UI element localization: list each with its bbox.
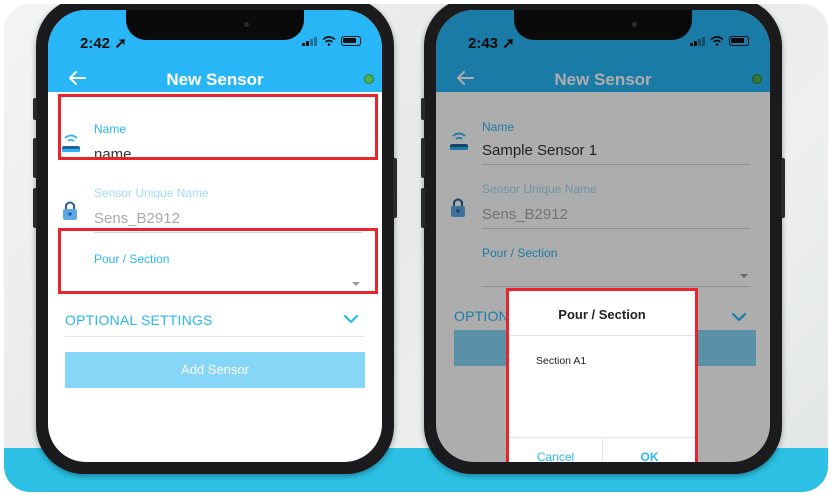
page-title: New Sensor [166,70,264,89]
status-icons [302,36,361,46]
camera-dot [244,22,249,27]
notch [126,10,304,40]
screen-left: 2:42 ➚ New Sensor Name name Sensor Uniqu… [48,10,382,462]
notch [514,10,692,40]
dialog-title: Pour / Section [558,307,646,322]
battery-icon [341,36,361,46]
optional-settings-divider [65,336,365,337]
dialog-title-divider [509,335,695,336]
volume-up-button [33,138,37,178]
cancel-button[interactable]: Cancel [509,445,602,462]
ok-button[interactable]: OK [603,445,696,462]
mute-switch [421,98,425,120]
power-button [781,158,785,218]
name-field-highlight [58,94,378,160]
volume-down-button [421,188,425,228]
volume-up-button [421,138,425,178]
wifi-icon [322,36,336,46]
lock-icon [63,201,77,220]
add-sensor-button[interactable]: Add Sensor [65,352,365,388]
status-time: 2:42 ➚ [80,35,127,52]
optional-settings-label[interactable]: OPTIONAL SETTINGS [65,312,213,328]
pour-section-highlight [58,228,378,294]
screen-right: 2:43 ➚ New Sensor Name Sample Sensor 1 S… [436,10,770,462]
mute-switch [33,98,37,120]
phone-right: 2:43 ➚ New Sensor Name Sample Sensor 1 S… [421,4,785,474]
volume-down-button [33,188,37,228]
cellular-signal-icon [302,36,317,46]
unique-name-label: Sensor Unique Name [94,186,209,200]
dialog-option-section-a1[interactable]: Section A1 [536,355,586,367]
unique-name-value: Sens_B2912 [94,210,180,227]
connection-status-indicator [364,74,374,84]
power-button [393,158,397,218]
chevron-down-icon[interactable] [343,314,359,324]
phone-left: 2:42 ➚ New Sensor Name name Sensor Uniqu… [33,4,397,474]
camera-dot [632,22,637,27]
pour-section-dialog: Pour / Section Section A1 Cancel OK [506,288,698,462]
background-card: 2:42 ➚ New Sensor Name name Sensor Uniqu… [4,4,828,492]
canvas: 2:42 ➚ New Sensor Name name Sensor Uniqu… [0,0,832,496]
